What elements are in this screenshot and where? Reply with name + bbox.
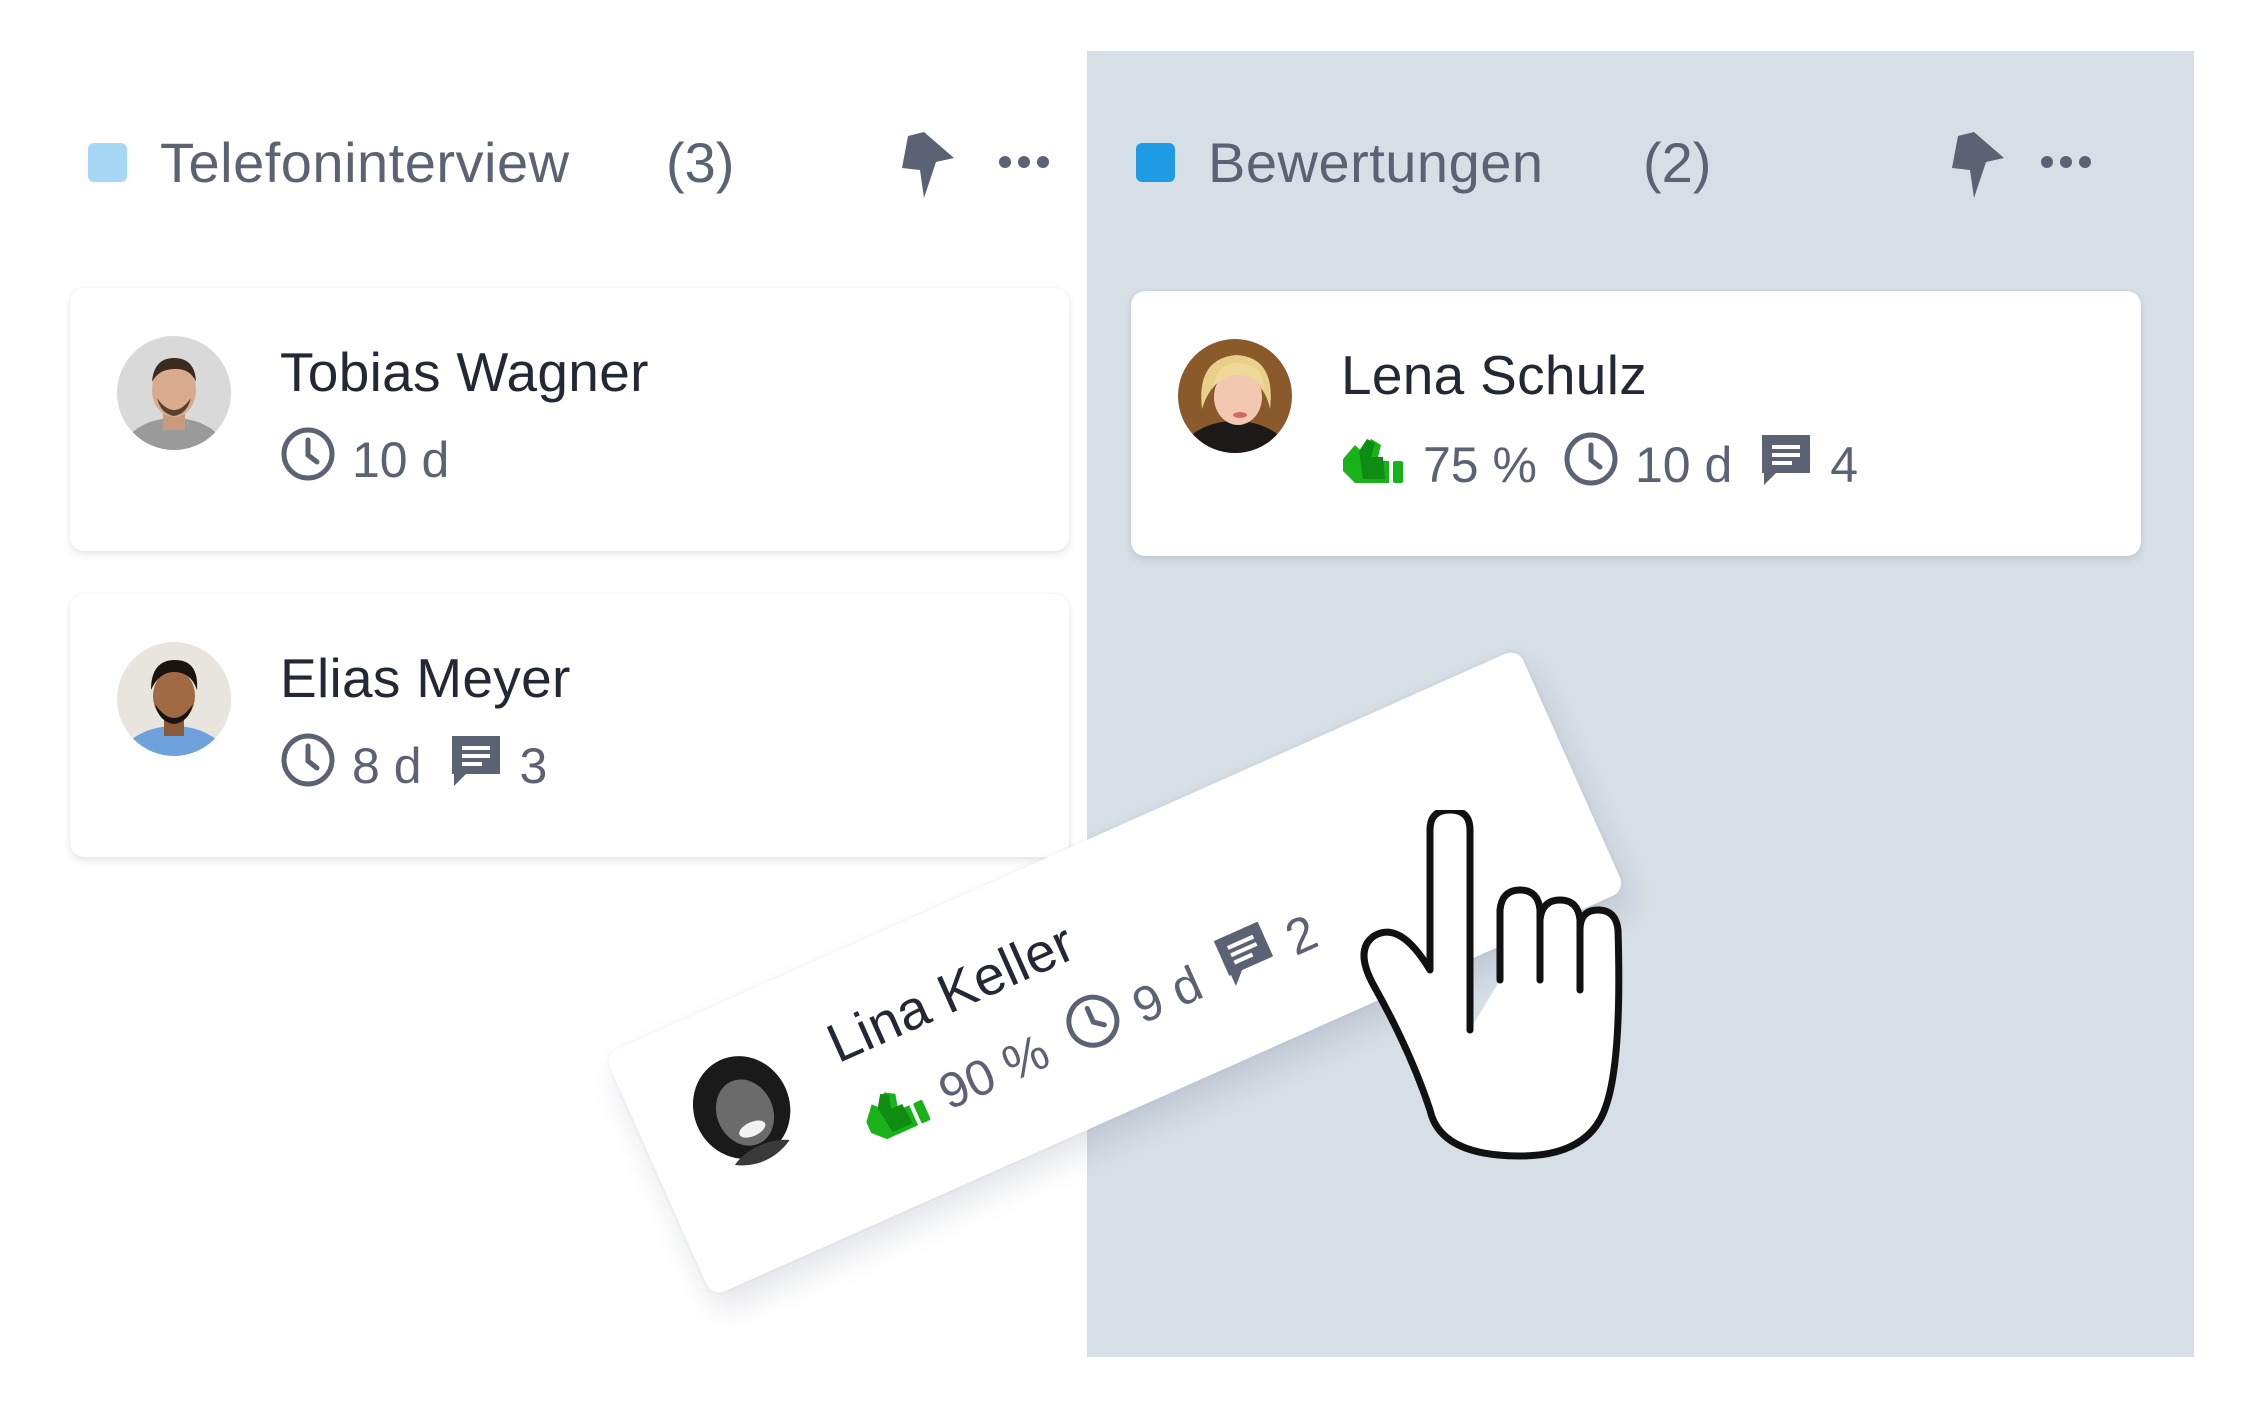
column-count: (2)	[1643, 130, 1712, 194]
comment-icon	[1209, 916, 1288, 1001]
lightning-icon[interactable]	[902, 132, 954, 198]
comment-count: 2	[1277, 903, 1326, 967]
thumbs-up-score-icon	[853, 1070, 941, 1159]
candidate-name: Lena Schulz	[1341, 344, 1648, 406]
comment-count: 3	[519, 738, 548, 794]
hand-pointer-icon	[1360, 806, 1650, 1160]
kanban-board: Telefoninterview (3) Bewertungen (2) Tob…	[0, 0, 2256, 1404]
column-bewertungen-background	[1087, 51, 2194, 1357]
candidate-card[interactable]: Tobias Wagner 10 d	[70, 288, 1069, 551]
comment-icon	[1758, 431, 1814, 499]
more-dots-icon[interactable]	[998, 152, 1050, 172]
column-header-telefoninterview: Telefoninterview (3)	[88, 122, 1068, 202]
column-count: (3)	[666, 130, 735, 194]
avatar	[117, 336, 231, 450]
comment-count: 4	[1830, 437, 1859, 493]
avatar	[666, 1033, 818, 1184]
avatar	[117, 642, 231, 756]
column-title: Bewertungen	[1208, 130, 1544, 194]
column-color-dot	[88, 142, 127, 182]
lightning-icon[interactable]	[1952, 132, 2004, 198]
clock-icon	[280, 426, 336, 494]
candidate-meta: 8 d 3	[280, 732, 547, 800]
column-color-dot	[1136, 142, 1175, 182]
more-dots-icon[interactable]	[2040, 152, 2092, 172]
score-percent: 75 %	[1423, 437, 1537, 493]
comment-icon	[448, 732, 504, 800]
avatar	[1178, 339, 1292, 453]
candidate-meta: 10 d	[280, 426, 449, 494]
time-in-stage: 10 d	[352, 432, 450, 488]
clock-icon	[280, 732, 336, 800]
column-header-bewertungen: Bewertungen (2)	[1136, 122, 2116, 202]
thumbs-up-score-icon	[1341, 431, 1407, 499]
time-in-stage: 8 d	[352, 738, 422, 794]
score-percent: 90 %	[930, 1023, 1058, 1121]
time-in-stage: 9 d	[1124, 954, 1211, 1035]
candidate-card[interactable]: Lena Schulz 75 % 10 d 4	[1131, 291, 2141, 556]
time-in-stage: 10 d	[1634, 437, 1733, 493]
candidate-name: Elias Meyer	[280, 647, 571, 709]
candidate-meta: 75 % 10 d 4	[1341, 431, 1858, 499]
clock-icon	[1056, 984, 1135, 1069]
candidate-card[interactable]: Elias Meyer 8 d 3	[70, 594, 1069, 857]
candidate-name: Tobias Wagner	[280, 341, 649, 403]
column-title: Telefoninterview	[160, 130, 570, 194]
clock-icon	[1563, 431, 1619, 499]
